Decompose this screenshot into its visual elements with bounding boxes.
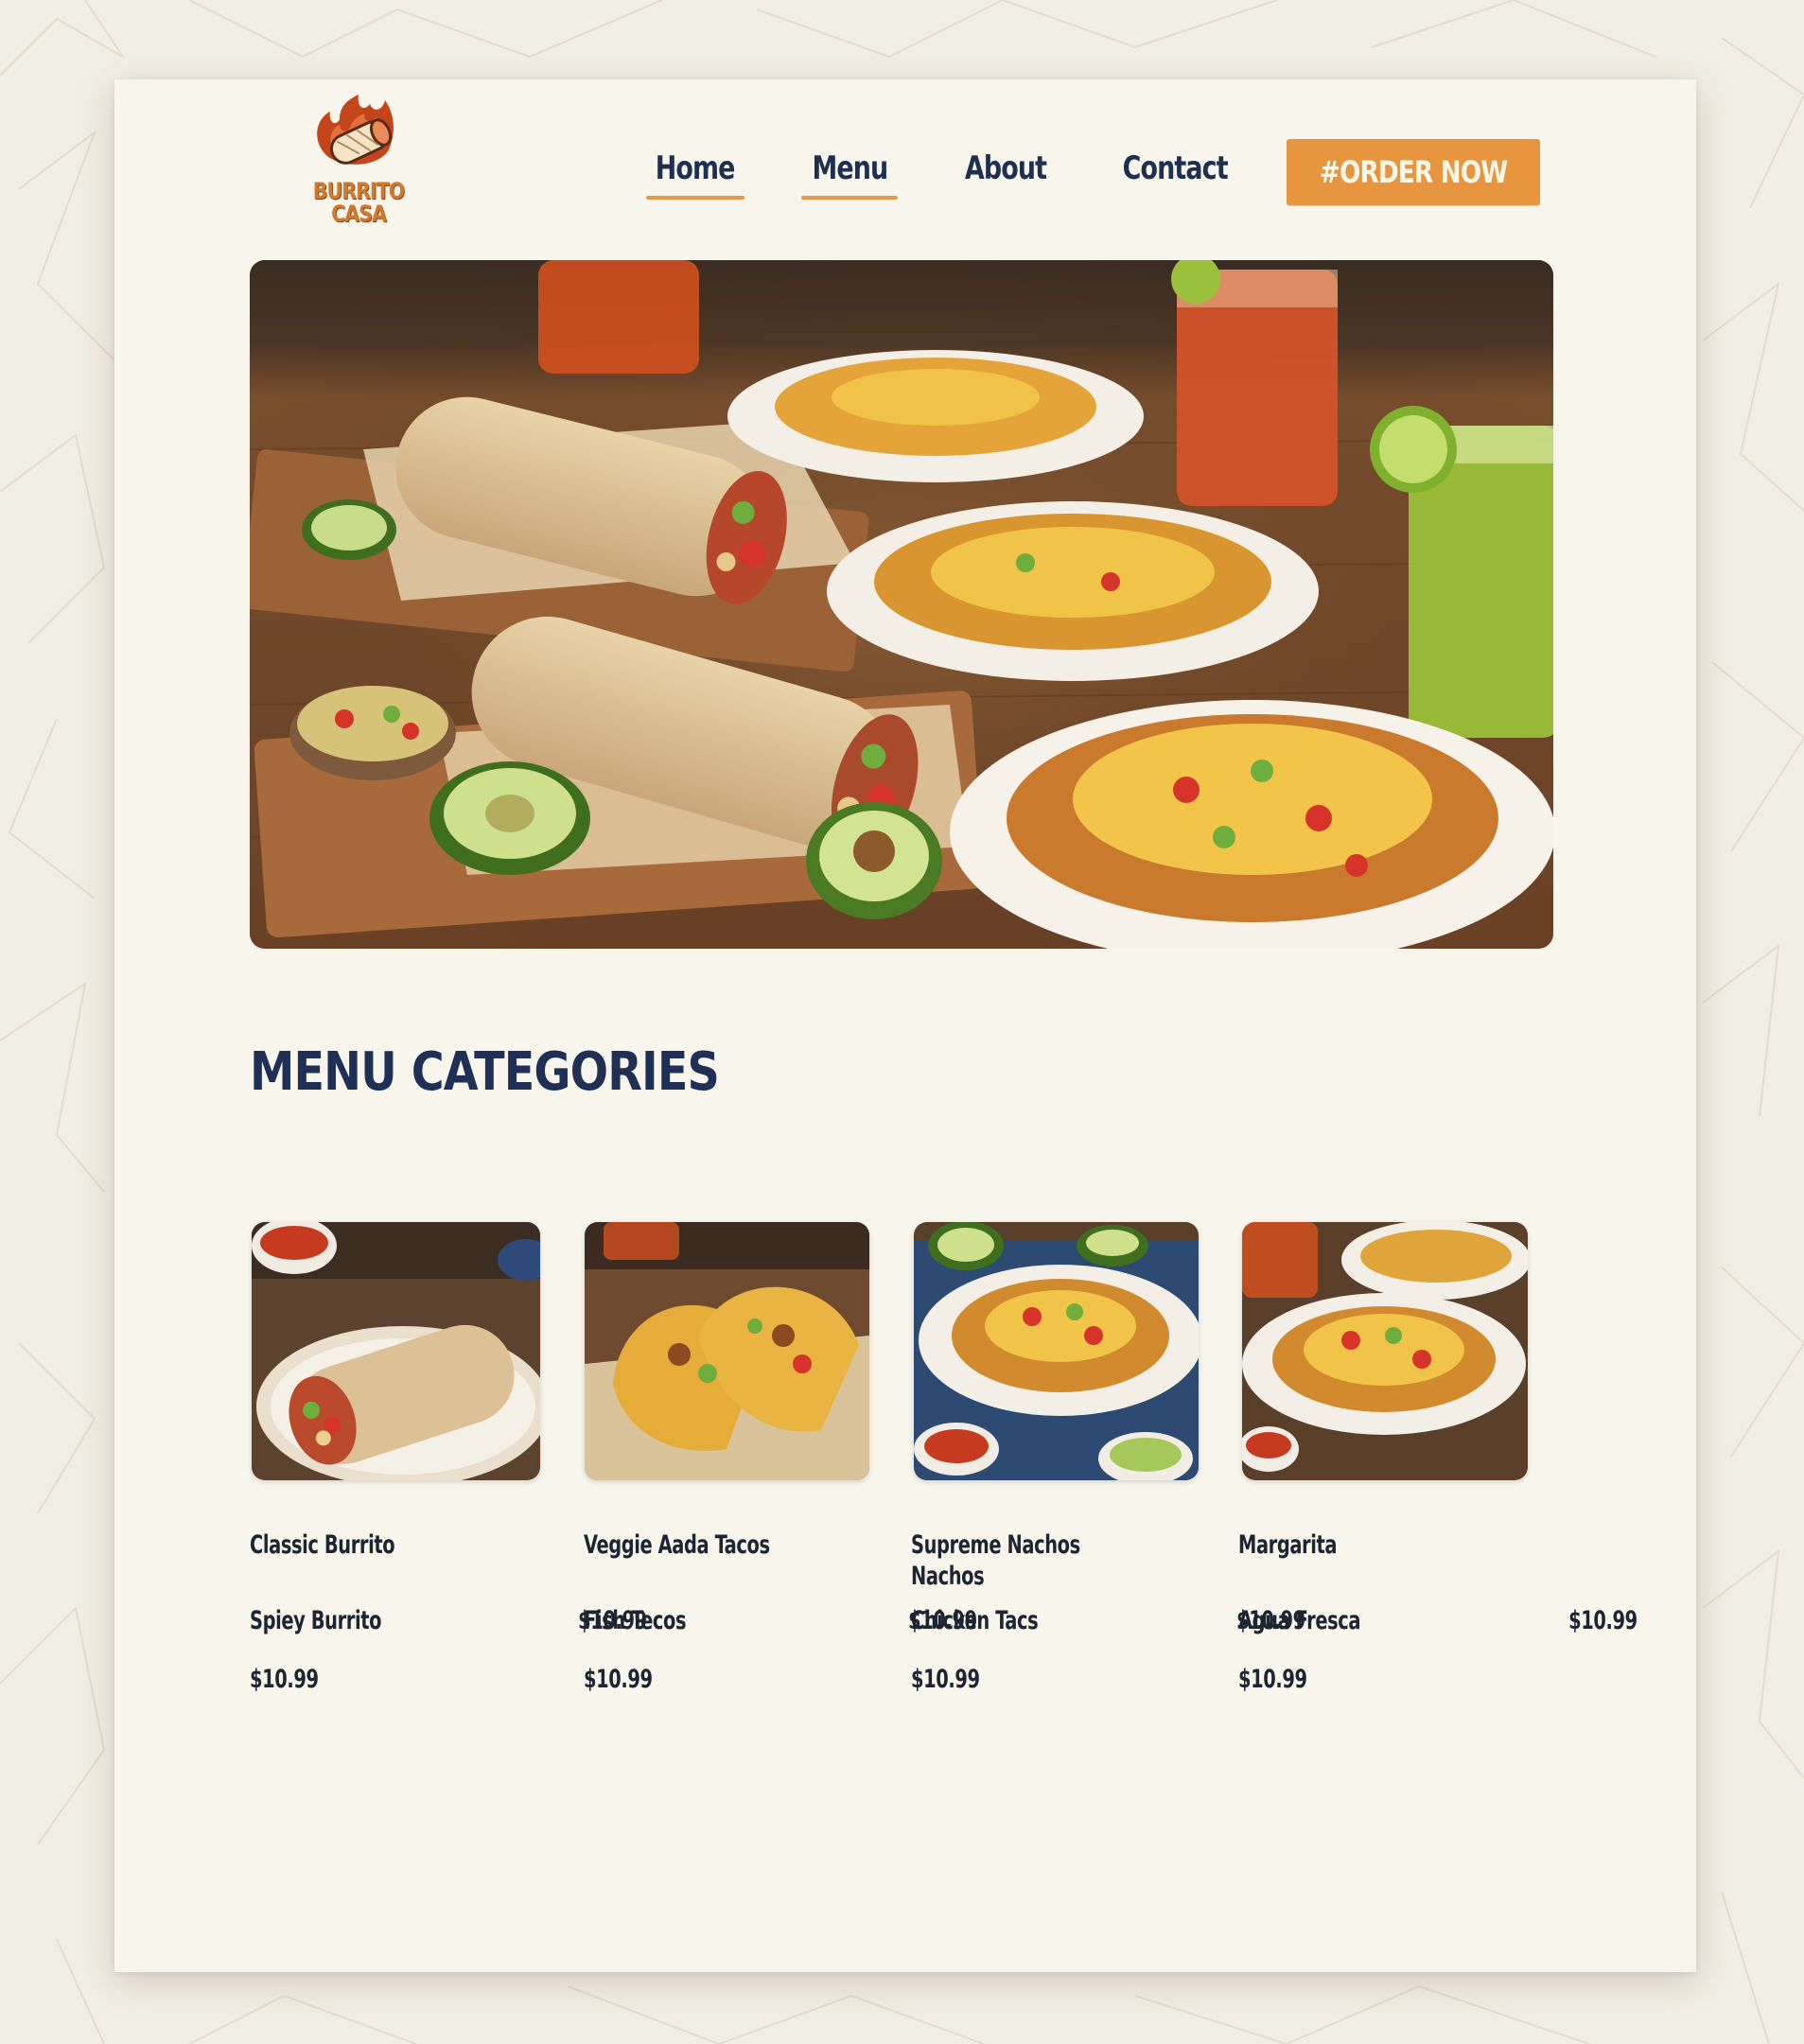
burrito-flame-icon bbox=[317, 95, 394, 165]
card-1-item[interactable]: Spiey Burrito bbox=[250, 1606, 381, 1635]
category-image-tacos[interactable] bbox=[585, 1222, 869, 1480]
nav-menu[interactable]: Menu bbox=[801, 149, 898, 210]
card-1-price: $10.99 bbox=[250, 1665, 319, 1694]
brand-name-line2: CASA bbox=[331, 201, 387, 227]
hero-food-image bbox=[250, 260, 1553, 949]
card-4-item[interactable]: Agua Fresca bbox=[1238, 1606, 1361, 1635]
nav-about[interactable]: About bbox=[954, 149, 1058, 210]
nav-home[interactable]: Home bbox=[646, 149, 744, 210]
card-3-item[interactable]: Chicken Tacs bbox=[911, 1606, 1039, 1635]
brand-logo[interactable]: BURRITO CASA bbox=[302, 91, 415, 227]
card-4-name[interactable]: Margarita bbox=[1238, 1530, 1338, 1560]
category-image-burrito[interactable] bbox=[252, 1222, 540, 1480]
card-2-name[interactable]: Veggie Aada Tacos bbox=[584, 1530, 770, 1560]
card-3-name-line2: Nachos bbox=[911, 1562, 985, 1591]
card-2-price: $10.99 bbox=[584, 1665, 653, 1694]
category-image-margarita[interactable] bbox=[1242, 1222, 1528, 1480]
card-4-item-price: $10.99 bbox=[1568, 1606, 1638, 1635]
category-image-nachos[interactable] bbox=[914, 1222, 1199, 1480]
card-1-name[interactable]: Classic Burrito bbox=[250, 1530, 395, 1560]
page-container: BURRITO CASA Home Menu About Contact #OR… bbox=[114, 79, 1696, 1972]
card-4-price: $10.99 bbox=[1238, 1665, 1307, 1694]
section-title: MENU CATEGORIES bbox=[250, 1041, 720, 1103]
card-2-item[interactable]: Fish Tecos bbox=[584, 1606, 687, 1635]
card-3-name-line1[interactable]: Supreme Nachos bbox=[911, 1530, 1080, 1560]
nav-contact[interactable]: Contact bbox=[1110, 149, 1240, 210]
card-3-price: $10.99 bbox=[911, 1665, 980, 1694]
order-now-button[interactable]: #ORDER NOW bbox=[1287, 139, 1540, 205]
